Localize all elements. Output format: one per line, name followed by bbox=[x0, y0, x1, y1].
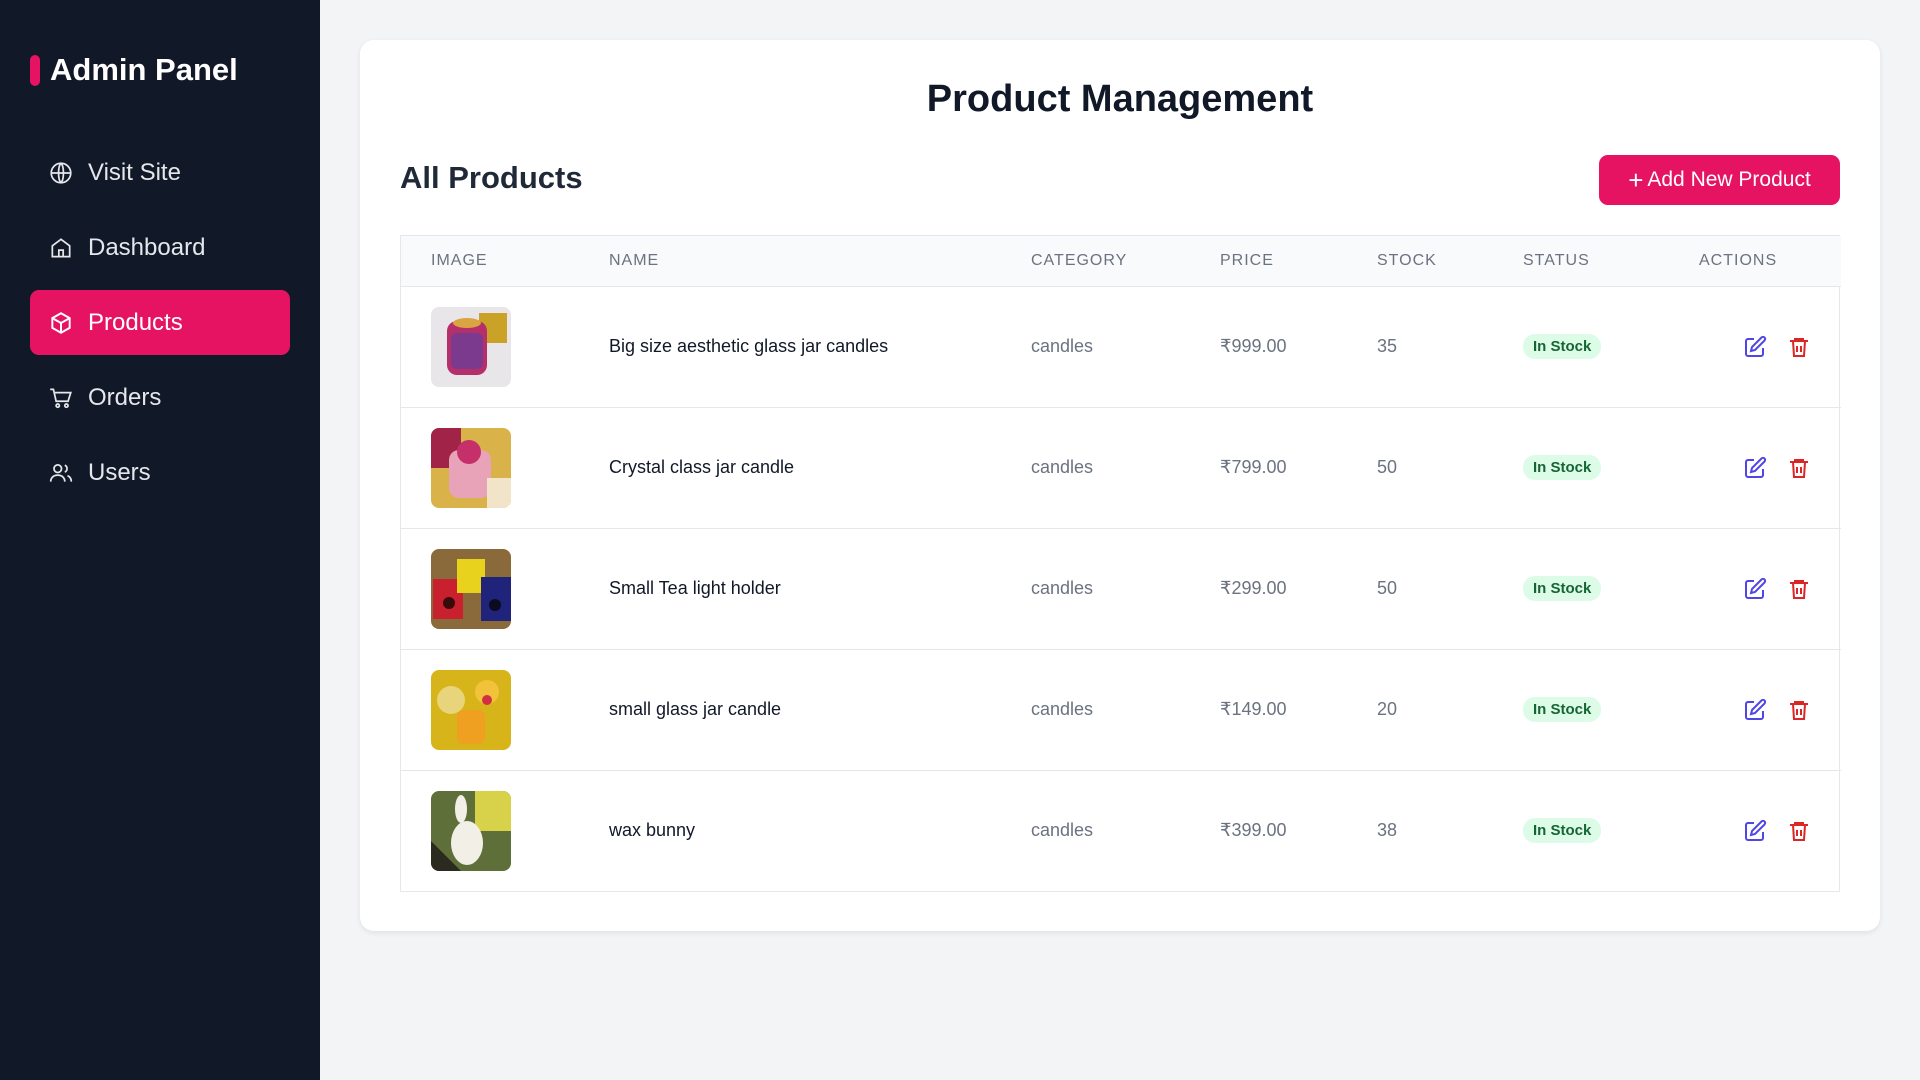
status-badge: In Stock bbox=[1523, 334, 1602, 359]
column-header-price: PRICE bbox=[1220, 251, 1274, 269]
brand: Admin Panel bbox=[30, 0, 290, 140]
cart-icon bbox=[48, 385, 74, 411]
section-title: All Products bbox=[400, 160, 583, 195]
sidebar: Admin Panel Visit Site Dashboard Product… bbox=[0, 0, 320, 1080]
sidebar-item-label: Products bbox=[88, 308, 183, 336]
column-header-actions: ACTIONS bbox=[1699, 251, 1778, 269]
product-name: Crystal class jar candle bbox=[609, 457, 795, 477]
status-badge: In Stock bbox=[1523, 455, 1602, 480]
add-new-product-button[interactable]: + Add New Product bbox=[1599, 155, 1840, 205]
trash-icon[interactable] bbox=[1787, 456, 1811, 480]
trash-icon[interactable] bbox=[1787, 698, 1811, 722]
sidebar-item-orders[interactable]: Orders bbox=[30, 365, 290, 430]
product-category: candles bbox=[1031, 578, 1094, 598]
sidebar-item-products[interactable]: Products bbox=[30, 290, 290, 355]
product-price: ₹299.00 bbox=[1220, 578, 1287, 598]
status-badge: In Stock bbox=[1523, 697, 1602, 722]
sidebar-item-label: Users bbox=[88, 458, 151, 486]
column-header-name: NAME bbox=[609, 251, 660, 269]
product-image bbox=[431, 669, 511, 750]
edit-icon[interactable] bbox=[1743, 577, 1767, 601]
product-stock: 50 bbox=[1377, 578, 1398, 598]
table-row: Small Tea light holder candles ₹299.00 5… bbox=[401, 528, 1841, 649]
sidebar-item-dashboard[interactable]: Dashboard bbox=[30, 215, 290, 280]
sidebar-item-label: Visit Site bbox=[88, 158, 181, 186]
table-row: wax bunny candles ₹399.00 38 In Stock bbox=[401, 770, 1841, 891]
product-price: ₹799.00 bbox=[1220, 457, 1287, 477]
box-icon bbox=[48, 310, 74, 336]
plus-icon: + bbox=[1628, 165, 1644, 195]
sidebar-item-visit-site[interactable]: Visit Site bbox=[30, 140, 290, 205]
sidebar-item-label: Dashboard bbox=[88, 233, 206, 261]
product-stock: 50 bbox=[1377, 457, 1398, 477]
status-badge: In Stock bbox=[1523, 576, 1602, 601]
product-name: Big size aesthetic glass jar candles bbox=[609, 336, 889, 356]
main-card: Product Management All Products + Add Ne… bbox=[360, 40, 1880, 931]
column-header-image: IMAGE bbox=[431, 251, 488, 269]
trash-icon[interactable] bbox=[1787, 819, 1811, 843]
status-badge: In Stock bbox=[1523, 818, 1602, 844]
product-image bbox=[431, 306, 511, 387]
brand-accent-bar bbox=[30, 54, 40, 86]
trash-icon[interactable] bbox=[1787, 577, 1811, 601]
edit-icon[interactable] bbox=[1743, 819, 1767, 843]
product-stock: 35 bbox=[1377, 336, 1398, 356]
edit-icon[interactable] bbox=[1743, 335, 1767, 359]
product-category: candles bbox=[1031, 457, 1094, 477]
sidebar-nav: Visit Site Dashboard Products Orders Use… bbox=[30, 140, 290, 505]
product-image bbox=[431, 427, 511, 508]
column-header-category: CATEGORY bbox=[1031, 251, 1128, 269]
column-header-status: STATUS bbox=[1523, 251, 1590, 269]
product-category: candles bbox=[1031, 699, 1094, 719]
trash-icon[interactable] bbox=[1787, 335, 1811, 359]
add-new-product-label: Add New Product bbox=[1647, 168, 1811, 191]
globe-icon bbox=[48, 160, 74, 186]
edit-icon[interactable] bbox=[1743, 698, 1767, 722]
products-table: IMAGE NAME CATEGORY PRICE STOCK STATUS A… bbox=[400, 235, 1841, 892]
column-header-stock: STOCK bbox=[1377, 251, 1437, 269]
table-header-row: IMAGE NAME CATEGORY PRICE STOCK STATUS A… bbox=[401, 236, 1841, 286]
brand-title: Admin Panel bbox=[50, 52, 238, 87]
home-icon bbox=[48, 235, 74, 261]
table-row: Big size aesthetic glass jar candles can… bbox=[401, 286, 1841, 407]
product-category: candles bbox=[1031, 820, 1094, 841]
sidebar-item-label: Orders bbox=[88, 383, 162, 411]
product-name: wax bunny bbox=[609, 820, 696, 841]
product-name: small glass jar candle bbox=[609, 699, 782, 719]
product-price: ₹999.00 bbox=[1220, 336, 1287, 356]
product-stock: 20 bbox=[1377, 699, 1398, 719]
sidebar-item-users[interactable]: Users bbox=[30, 440, 290, 505]
page-title: Product Management bbox=[926, 78, 1314, 120]
product-image bbox=[431, 790, 511, 871]
users-icon bbox=[48, 460, 74, 486]
table-row: Crystal class jar candle candles ₹799.00… bbox=[401, 407, 1841, 528]
table-row: small glass jar candle candles ₹149.00 2… bbox=[401, 649, 1841, 770]
product-name: Small Tea light holder bbox=[609, 578, 781, 598]
product-stock: 38 bbox=[1377, 820, 1398, 841]
product-category: candles bbox=[1031, 336, 1094, 356]
product-price: ₹149.00 bbox=[1220, 699, 1287, 719]
edit-icon[interactable] bbox=[1743, 456, 1767, 480]
product-image bbox=[431, 548, 511, 629]
product-price: ₹399.00 bbox=[1220, 820, 1287, 841]
